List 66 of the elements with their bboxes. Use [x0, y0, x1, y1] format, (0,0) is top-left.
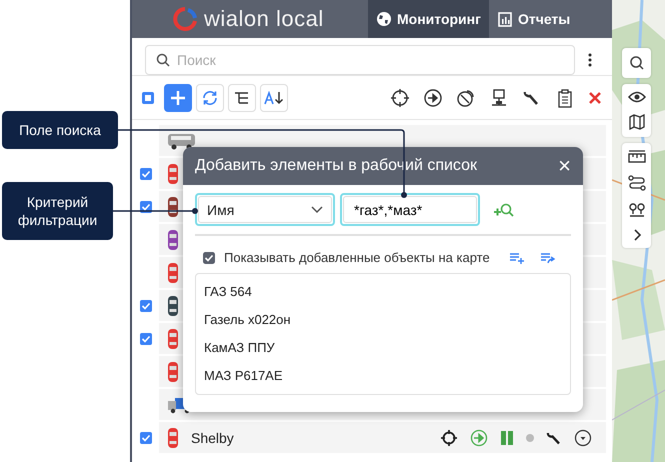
checkbox-label: Показывать добавленные объекты на карте — [224, 250, 490, 265]
car-icon — [167, 196, 179, 218]
car-icon — [167, 162, 179, 184]
nav-tab[interactable]: Отчеты — [488, 0, 578, 38]
search-icon — [156, 52, 170, 66]
plus-icon — [170, 90, 186, 106]
unit-row[interactable]: Shelby — [159, 422, 606, 453]
ruler-icon[interactable] — [628, 150, 646, 164]
car-icon — [167, 294, 179, 316]
add-button[interactable] — [164, 84, 192, 112]
list-add-icon[interactable] — [508, 252, 525, 264]
report-icon — [496, 11, 513, 27]
search-field[interactable]: *газ*,*маз* — [343, 196, 477, 223]
unit-checkbox[interactable] — [140, 432, 152, 444]
crosshair-icon[interactable] — [440, 428, 458, 446]
nav-tab[interactable]: Мониторинг — [368, 0, 489, 38]
result-item[interactable]: КамАЗ ППУ — [196, 334, 570, 362]
result-item[interactable]: Газель х022он — [196, 306, 570, 334]
more-icon[interactable] — [588, 52, 592, 66]
search-field[interactable]: Поиск — [145, 44, 575, 74]
search-icon[interactable] — [628, 55, 644, 71]
refresh-icon — [201, 88, 219, 106]
sort-button[interactable] — [260, 84, 288, 112]
show-on-map-checkbox[interactable] — [203, 252, 215, 264]
delete-icon[interactable] — [588, 90, 602, 104]
eye-icon[interactable] — [628, 91, 646, 103]
close-button[interactable]: × — [558, 155, 571, 177]
logo-text: wialon local — [204, 6, 324, 32]
car-icon — [167, 228, 179, 250]
chevron-icon — [311, 206, 323, 214]
sort-icon — [264, 90, 284, 104]
map-icon[interactable] — [628, 114, 644, 130]
select-all-checkbox[interactable] — [142, 92, 154, 104]
dialog-title: Добавить элементы в рабочий список — [195, 157, 477, 175]
result-item[interactable]: МАЗ Р617АЕ — [196, 362, 570, 390]
dot-icon — [526, 434, 534, 442]
callout-label: Критерий фильтрации — [2, 182, 113, 240]
satellite-icon[interactable] — [456, 88, 476, 108]
add-search-icon[interactable] — [493, 202, 515, 218]
tree-icon — [234, 90, 250, 104]
unit-checkbox[interactable] — [140, 300, 152, 312]
unit-checkbox[interactable] — [140, 168, 152, 180]
unit-checkbox[interactable] — [140, 332, 152, 344]
route-icon[interactable] — [628, 175, 646, 191]
caret-circle-icon[interactable] — [574, 428, 592, 446]
arrow-circle-icon[interactable] — [423, 88, 443, 108]
filter-dropdown[interactable]: Имя — [198, 196, 332, 223]
arrow-circle-icon — [470, 428, 488, 446]
network-icon[interactable] — [489, 88, 509, 108]
chevron-icon[interactable] — [632, 229, 642, 241]
car-icon — [167, 328, 179, 350]
refresh-button[interactable] — [196, 84, 224, 112]
list-share-icon[interactable] — [540, 252, 556, 264]
tree-button[interactable] — [228, 84, 256, 112]
callout-label: Поле поиска — [2, 111, 118, 149]
globe-icon — [376, 11, 392, 27]
unit-name: Shelby — [191, 430, 234, 446]
pins-icon[interactable] — [628, 202, 646, 218]
result-item[interactable]: ГАЗ 564 — [196, 278, 570, 306]
car-icon — [167, 262, 179, 284]
car-icon — [167, 426, 179, 448]
signal-bars-icon — [500, 430, 514, 446]
van-icon — [167, 132, 197, 150]
crosshair-icon[interactable] — [390, 88, 410, 108]
logo-icon — [172, 6, 198, 32]
car-icon — [167, 360, 179, 382]
